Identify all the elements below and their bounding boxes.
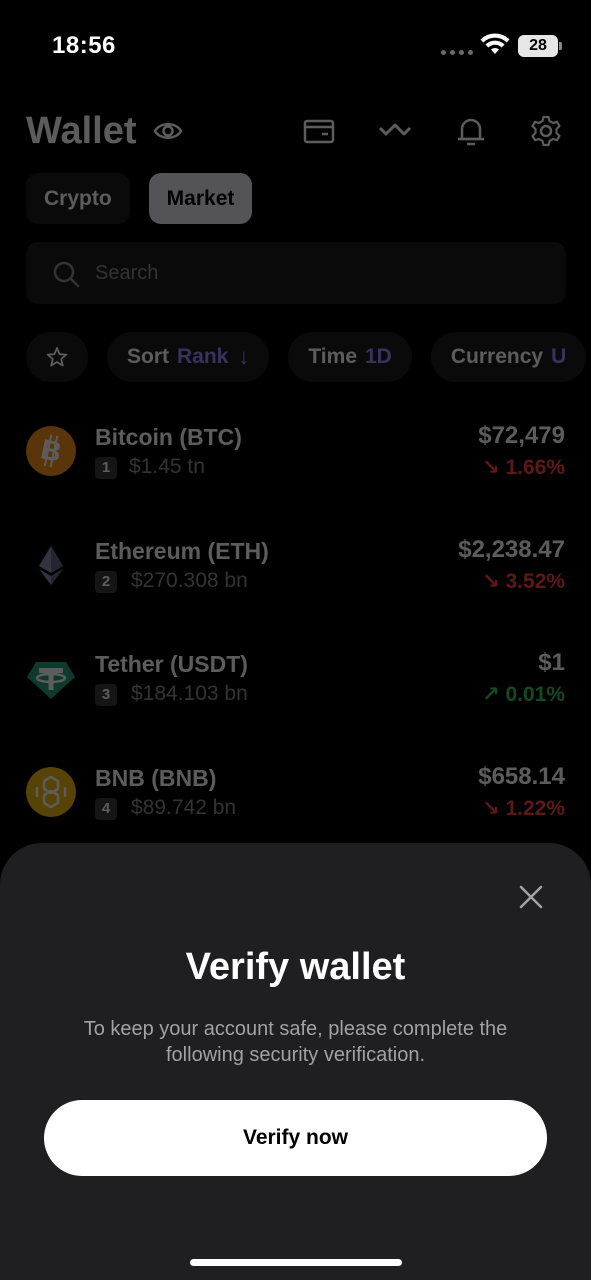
coin-name: Tether (USDT): [95, 651, 248, 677]
coin-row-usdt[interactable]: Tether (USDT) 3 $184.103 bn $1 ↗ 0.01%: [0, 637, 591, 751]
coin-price: $72,479: [478, 422, 565, 449]
time-label: Time: [308, 345, 357, 368]
market-cap: $184.103 bn: [131, 682, 248, 705]
close-icon[interactable]: [515, 881, 547, 913]
change-value: 3.52%: [505, 569, 565, 593]
tab-crypto[interactable]: Crypto: [26, 173, 130, 224]
ethereum-logo-icon: [26, 539, 76, 590]
coin-row-btc[interactable]: B Bitcoin (BTC) 1 $1.45 tn $72,479 ↘ 1.6…: [0, 410, 591, 524]
sort-filter-button[interactable]: Sort Rank ↓: [107, 332, 270, 382]
rank-badge: 4: [95, 797, 117, 820]
currency-label: Currency: [450, 345, 544, 368]
arrow-down-right-icon: ↘: [482, 569, 500, 593]
gear-icon[interactable]: [529, 114, 563, 148]
wallet-card-icon[interactable]: [302, 114, 336, 148]
rank-badge: 2: [95, 570, 117, 593]
change-value: 1.22%: [505, 796, 565, 820]
battery-icon: 28: [518, 35, 562, 57]
market-cap: $1.45 tn: [129, 455, 205, 478]
coin-price: $1: [538, 649, 565, 676]
eye-icon[interactable]: [152, 117, 184, 145]
star-icon: [46, 347, 68, 367]
header: Wallet: [0, 90, 591, 170]
time-value: 1D: [365, 345, 392, 368]
coin-price: $658.14: [478, 762, 565, 790]
coin-list: B Bitcoin (BTC) 1 $1.45 tn $72,479 ↘ 1.6…: [0, 410, 591, 864]
sheet-description: To keep your account safe, please comple…: [83, 1018, 508, 1066]
search-input[interactable]: Search: [26, 242, 566, 304]
tab-bar: Crypto Market: [26, 173, 253, 224]
arrow-up-right-icon: ↗: [482, 683, 500, 706]
verify-wallet-sheet: Verify wallet To keep your account safe,…: [0, 843, 591, 1280]
verify-now-button[interactable]: Verify now: [44, 1100, 547, 1176]
page-title: Wallet: [26, 110, 137, 152]
change-value: 0.01%: [505, 683, 565, 706]
coin-price: $2,238.47: [458, 535, 565, 563]
change-value: 1.66%: [505, 456, 565, 479]
arrow-down-right-icon: ↘: [482, 796, 500, 820]
coin-name: Ethereum (ETH): [95, 537, 269, 564]
tab-market[interactable]: Market: [148, 173, 253, 224]
coin-name: BNB (BNB): [95, 764, 217, 791]
status-time: 18:56: [52, 32, 116, 59]
filter-chips: Sort Rank ↓ Time 1D Currency U: [26, 332, 591, 382]
rank-badge: 1: [95, 457, 117, 479]
bell-icon[interactable]: [454, 114, 488, 148]
battery-level: 28: [518, 35, 558, 57]
price-change: ↘ 1.22%: [482, 796, 565, 821]
price-change: ↗ 0.01%: [482, 682, 565, 707]
market-cap: $270.308 bn: [131, 568, 248, 592]
price-change: ↘ 1.66%: [482, 455, 565, 480]
tether-logo-icon: [27, 662, 75, 699]
bnb-logo-icon: [26, 766, 76, 817]
arrow-down-right-icon: ↘: [482, 456, 500, 479]
coin-name: Bitcoin (BTC): [95, 424, 242, 450]
search-placeholder: Search: [95, 262, 159, 284]
wifi-icon: [480, 33, 510, 54]
favorites-filter-button[interactable]: [26, 332, 88, 382]
coin-row-eth[interactable]: Ethereum (ETH) 2 $270.308 bn $2,238.47 ↘…: [0, 524, 591, 638]
sheet-title: Verify wallet: [185, 946, 406, 988]
sort-label: Sort: [127, 345, 169, 368]
market-cap: $89.742 bn: [131, 795, 237, 819]
home-indicator[interactable]: [190, 1259, 402, 1266]
walletconnect-icon[interactable]: [378, 114, 412, 148]
time-filter-button[interactable]: Time 1D: [288, 332, 412, 382]
cellular-signal-icon: [441, 50, 473, 55]
bitcoin-logo-icon: B: [26, 426, 76, 476]
price-change: ↘ 3.52%: [482, 569, 565, 594]
sort-value: Rank: [177, 345, 229, 368]
arrow-down-icon: ↓: [238, 344, 250, 369]
rank-badge: 3: [95, 684, 117, 706]
wallet-screen-dimmed: Wallet Crypto Market Search Sort Rank ↓ …: [0, 90, 591, 850]
search-icon: [53, 261, 80, 288]
status-bar: 18:56 28: [0, 0, 591, 90]
currency-filter-button[interactable]: Currency U: [430, 332, 587, 382]
currency-value: U: [551, 345, 567, 368]
